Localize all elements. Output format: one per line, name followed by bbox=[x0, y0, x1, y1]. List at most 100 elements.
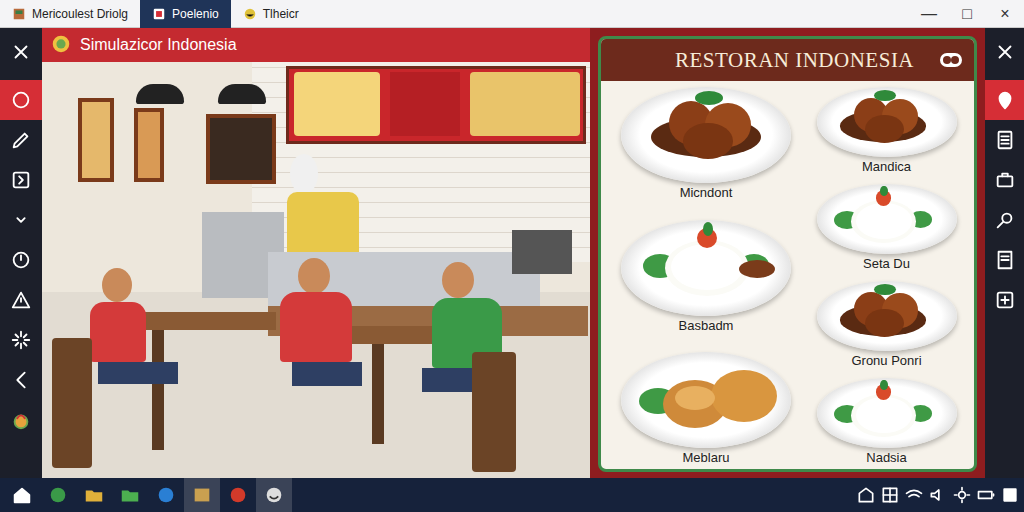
warning-icon bbox=[10, 289, 32, 311]
wifi-icon[interactable] bbox=[904, 485, 924, 505]
circle-icon bbox=[10, 89, 32, 111]
toolbar-button[interactable] bbox=[985, 32, 1024, 72]
toolbar-button[interactable] bbox=[0, 160, 42, 200]
toolbar-button[interactable] bbox=[985, 80, 1024, 120]
app-icon bbox=[227, 484, 249, 506]
taskbar-button[interactable] bbox=[184, 478, 220, 512]
dish-name: Basbadm bbox=[679, 318, 734, 333]
dish-plate-icon bbox=[621, 220, 791, 316]
app-icon bbox=[152, 7, 166, 21]
window-tab[interactable]: Tlheicr bbox=[231, 0, 311, 28]
toolbar-button[interactable] bbox=[985, 120, 1024, 160]
menu-item[interactable]: Basbadm bbox=[611, 220, 801, 333]
notification-icon[interactable] bbox=[1000, 485, 1020, 505]
app-icon bbox=[155, 484, 177, 506]
dish-plate-icon bbox=[817, 281, 957, 351]
toolbar-button[interactable] bbox=[0, 120, 42, 160]
menu-column: Mandica Seta Du Gronu Ponri Nadsia bbox=[807, 87, 966, 465]
dish-plate-icon bbox=[621, 352, 791, 448]
document-icon bbox=[994, 249, 1016, 271]
pen-icon bbox=[10, 129, 32, 151]
dish-plate-icon bbox=[817, 184, 957, 254]
toolbar-button[interactable] bbox=[985, 280, 1024, 320]
window-tab[interactable]: Poelenio bbox=[140, 0, 231, 28]
folder-icon bbox=[191, 484, 213, 506]
toolbar-button[interactable] bbox=[0, 360, 42, 400]
system-tray bbox=[856, 485, 1020, 505]
smiley-icon bbox=[263, 484, 285, 506]
menu-item[interactable]: Seta Du bbox=[807, 184, 966, 271]
add-icon bbox=[994, 289, 1016, 311]
close-button[interactable]: × bbox=[986, 0, 1024, 28]
dish-name: Micndont bbox=[680, 185, 733, 200]
grid-icon[interactable] bbox=[880, 485, 900, 505]
toolbar-button[interactable] bbox=[0, 240, 42, 280]
settings-icon[interactable] bbox=[952, 485, 972, 505]
window-tab[interactable]: Mericoulest Driolg bbox=[0, 0, 140, 28]
toolbar bbox=[0, 28, 42, 478]
menu-item[interactable]: Mandica bbox=[807, 87, 966, 174]
menu-item[interactable]: Nadsia bbox=[807, 378, 966, 465]
dish-plate-icon bbox=[817, 378, 957, 448]
menu-grid: Micndont Basbadm Meblaru Mandica Seta Du Gron… bbox=[601, 81, 974, 469]
taskbar-button[interactable] bbox=[256, 478, 292, 512]
dish-plate-icon bbox=[817, 87, 957, 157]
folder-icon bbox=[119, 484, 141, 506]
food-icon bbox=[10, 409, 32, 431]
battery-icon[interactable] bbox=[976, 485, 996, 505]
toolbar-button[interactable] bbox=[0, 200, 42, 240]
food-logo-icon bbox=[50, 32, 72, 58]
home-icon bbox=[11, 484, 33, 506]
clock-icon bbox=[10, 249, 32, 271]
menu-card: RESTORAN INDONESIA Micndont Basbadm Meblaru… bbox=[598, 36, 977, 472]
panel-header: Simulazicor Indonesia bbox=[42, 28, 590, 62]
taskbar-button[interactable] bbox=[148, 478, 184, 512]
toolbar-button[interactable] bbox=[0, 280, 42, 320]
volume-icon[interactable] bbox=[928, 485, 948, 505]
search-icon bbox=[994, 209, 1016, 231]
dish-name: Gronu Ponri bbox=[851, 353, 921, 368]
list-icon bbox=[994, 129, 1016, 151]
pin-icon bbox=[994, 89, 1016, 111]
menu-item[interactable]: Micndont bbox=[611, 87, 801, 200]
toolbar-button[interactable] bbox=[0, 32, 42, 72]
menu-header: RESTORAN INDONESIA bbox=[601, 39, 974, 81]
title-bar: Mericoulest Driolg Poelenio Tlheicr —□× bbox=[0, 0, 1024, 28]
minimize-button[interactable]: — bbox=[910, 0, 948, 28]
chevron-icon bbox=[10, 209, 32, 231]
dish-name: Mandica bbox=[862, 159, 911, 174]
menu-panel: RESTORAN INDONESIA Micndont Basbadm Meblaru… bbox=[590, 28, 985, 478]
workspace: Simulazicor Indonesia RESTORAN INDONESIA M… bbox=[0, 28, 1024, 478]
folder-icon bbox=[83, 484, 105, 506]
dish-name: Nadsia bbox=[866, 450, 906, 465]
sparkle-icon bbox=[10, 329, 32, 351]
arrow-box-icon bbox=[10, 169, 32, 191]
taskbar-button[interactable] bbox=[40, 478, 76, 512]
toolbar bbox=[985, 28, 1024, 478]
taskbar-button[interactable] bbox=[220, 478, 256, 512]
taskbar-button[interactable] bbox=[76, 478, 112, 512]
briefcase-icon bbox=[994, 169, 1016, 191]
toolbar-button[interactable] bbox=[985, 160, 1024, 200]
app-icon bbox=[243, 7, 257, 21]
taskbar-button[interactable] bbox=[112, 478, 148, 512]
simulator-panel: Simulazicor Indonesia bbox=[42, 28, 590, 478]
toolbar-button[interactable] bbox=[985, 200, 1024, 240]
toolbar-button[interactable] bbox=[0, 400, 42, 440]
toolbar-button[interactable] bbox=[0, 80, 42, 120]
toggle-icon[interactable] bbox=[940, 53, 962, 67]
menu-item[interactable]: Meblaru bbox=[611, 352, 801, 465]
menu-item[interactable]: Gronu Ponri bbox=[807, 281, 966, 368]
dish-name: Seta Du bbox=[863, 256, 910, 271]
toolbar-button[interactable] bbox=[985, 240, 1024, 280]
tab-label: Poelenio bbox=[172, 7, 219, 21]
dish-plate-icon bbox=[621, 87, 791, 183]
tab-label: Mericoulest Driolg bbox=[32, 7, 128, 21]
menu-title: RESTORAN INDONESIA bbox=[675, 48, 914, 73]
maximize-button[interactable]: □ bbox=[948, 0, 986, 28]
menu-column: Micndont Basbadm Meblaru bbox=[611, 87, 801, 465]
restaurant-scene bbox=[42, 62, 590, 478]
taskbar-button[interactable] bbox=[4, 478, 40, 512]
toolbar-button[interactable] bbox=[0, 320, 42, 360]
network-icon[interactable] bbox=[856, 485, 876, 505]
